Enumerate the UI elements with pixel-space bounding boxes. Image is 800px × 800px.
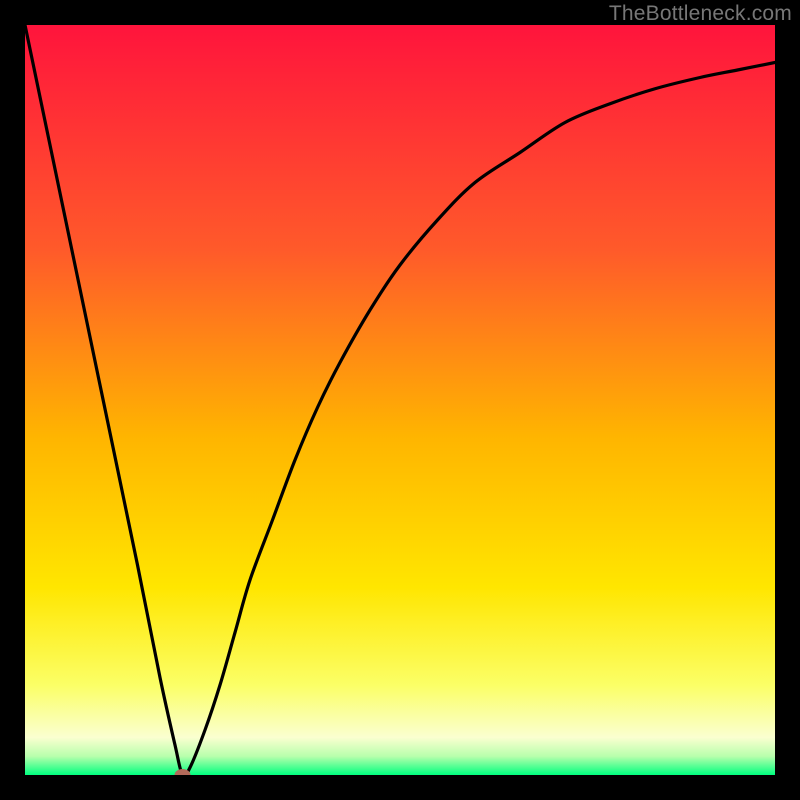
watermark-label: TheBottleneck.com	[609, 2, 792, 26]
plot-area	[25, 25, 775, 775]
chart-background-gradient	[25, 25, 775, 775]
chart-frame: TheBottleneck.com	[0, 0, 800, 800]
chart-svg	[25, 25, 775, 775]
